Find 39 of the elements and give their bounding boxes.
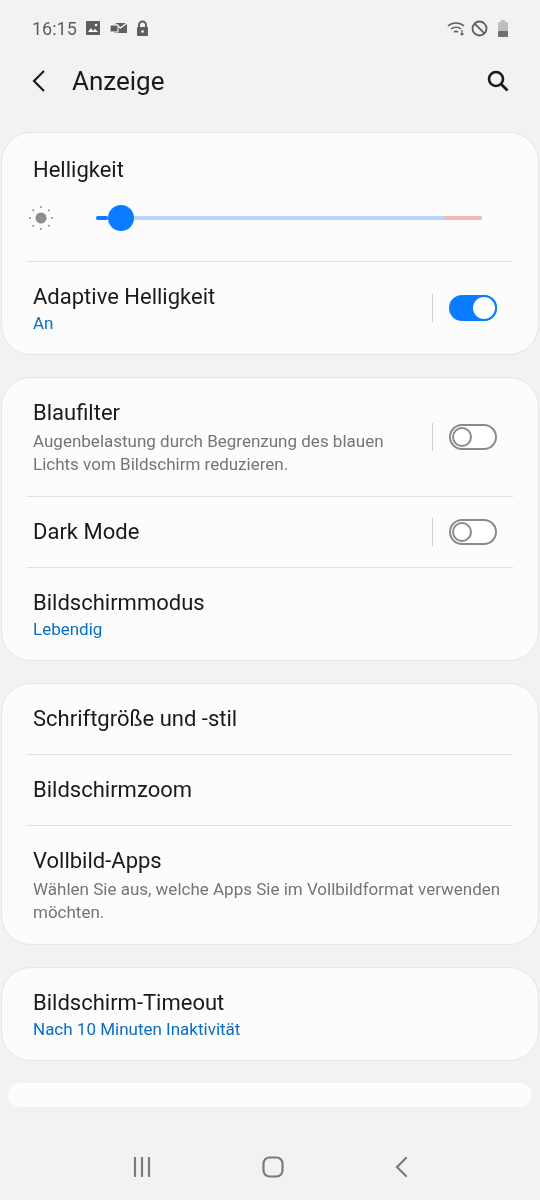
do-not-disturb-icon — [471, 19, 488, 37]
setting-row[interactable]: Adaptive Helligkeit An — [2, 262, 538, 354]
setting-description: Augenbelastung durch Begrenzung des blauen Lichts vom Bildschirm reduzieren. — [33, 430, 385, 476]
image-icon — [84, 20, 101, 36]
page-title: Anzeige — [72, 64, 165, 98]
setting-description: Wählen Sie aus, welche Apps Sie im Vollbildformat verwenden möchten. — [33, 878, 502, 924]
mail-icon — [108, 20, 128, 36]
setting-value: An — [33, 312, 55, 334]
search-icon[interactable] — [486, 69, 510, 93]
setting-title: Dark Mode — [33, 518, 141, 546]
toggle-switch[interactable] — [449, 424, 497, 450]
setting-title: Bildschirm-Timeout — [33, 989, 226, 1017]
setting-row[interactable]: Blaufilter Augenbelastung durch Begrenzung des blauen Lichts vom Bildschirm reduzieren. — [2, 378, 538, 496]
setting-row[interactable]: Dark Mode — [2, 497, 538, 567]
recent-apps-icon[interactable] — [132, 1157, 152, 1177]
setting-value: Nach 10 Minuten Inaktivität — [33, 1018, 242, 1040]
battery-icon — [498, 19, 508, 37]
setting-row[interactable]: Schriftgröße und -stil — [2, 684, 538, 754]
setting-row[interactable]: Bildschirm-Timeout Nach 10 Minuten Inaktivität — [2, 968, 538, 1060]
setting-row[interactable]: Vollbild-Apps Wählen Sie aus, welche Apps Sie im Vollbildformat verwenden möchten. — [2, 826, 538, 944]
home-icon[interactable] — [262, 1156, 284, 1178]
wifi-icon — [447, 20, 467, 36]
setting-value: Lebendig — [33, 618, 104, 640]
setting-title: Schriftgröße und -stil — [33, 705, 239, 733]
lock-icon — [135, 20, 149, 36]
brightness-icon — [28, 205, 54, 231]
brightness-slider[interactable] — [96, 205, 482, 231]
setting-title: Bildschirmzoom — [33, 776, 194, 804]
toggle-switch[interactable] — [449, 295, 497, 321]
status-time: 16:15 — [32, 16, 77, 41]
setting-title: Bildschirmmodus — [33, 589, 206, 617]
setting-title: Helligkeit — [33, 156, 125, 184]
setting-row[interactable]: Bildschirmmodus Lebendig — [2, 568, 538, 660]
setting-title: Blaufilter — [33, 399, 121, 427]
setting-title: Vollbild-Apps — [33, 847, 163, 875]
toggle-switch[interactable] — [449, 519, 497, 545]
setting-title: Adaptive Helligkeit — [33, 283, 217, 311]
setting-row[interactable]: Bildschirmzoom — [2, 755, 538, 825]
back-icon[interactable] — [32, 70, 46, 92]
